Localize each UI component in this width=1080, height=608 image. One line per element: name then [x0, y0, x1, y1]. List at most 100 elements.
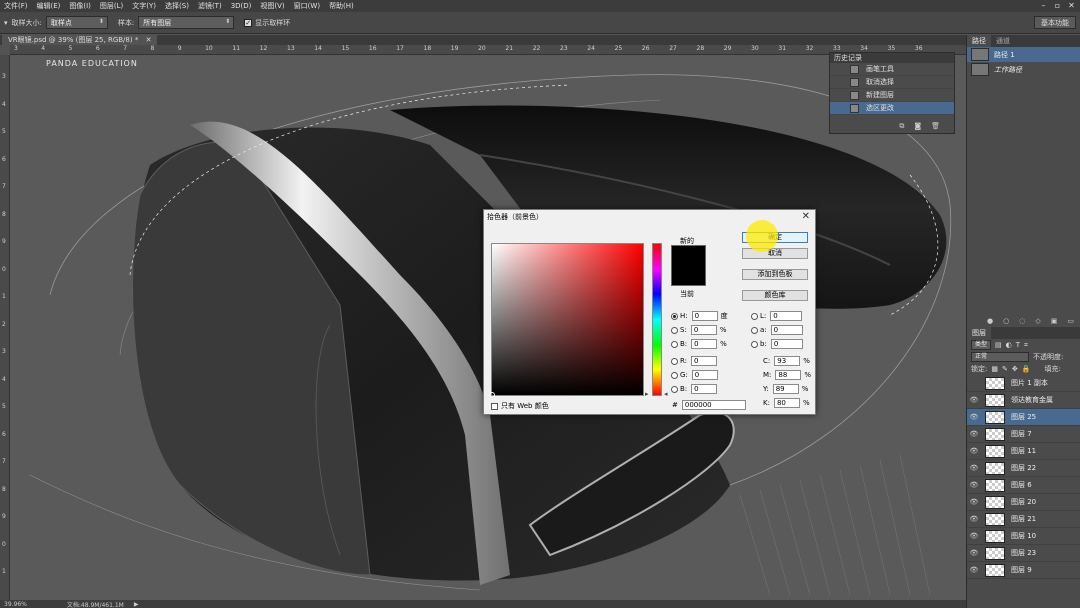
eye-icon[interactable]: 👁 — [967, 498, 981, 506]
show-ring-checkbox[interactable]: ✓ — [244, 18, 253, 27]
radio-s[interactable] — [671, 326, 678, 334]
trash-icon[interactable]: 🗑 — [931, 122, 940, 131]
radio-a[interactable] — [751, 326, 758, 334]
eye-icon[interactable]: 👁 — [967, 430, 981, 438]
menu-item-7[interactable]: 3D(D) — [231, 2, 252, 10]
filter-shape-icon[interactable]: ⌗ — [1024, 341, 1028, 350]
layer-kind-filter[interactable]: 类型 — [971, 340, 992, 350]
history-item[interactable]: 新建图层 — [830, 89, 954, 102]
input-brightness[interactable]: 0 — [691, 339, 718, 349]
fill-path-icon[interactable]: ● — [987, 317, 993, 325]
lock-move-icon[interactable]: ✥ — [1012, 365, 1018, 373]
mask-icon[interactable]: ▣ — [1051, 317, 1058, 325]
lock-all-icon[interactable]: 🔒 — [1022, 365, 1031, 373]
lock-brush-icon[interactable]: ✎ — [1002, 365, 1008, 373]
radio-brightness[interactable] — [671, 340, 678, 348]
radio-l[interactable] — [751, 312, 758, 320]
eye-icon[interactable]: 👁 — [967, 413, 981, 421]
input-c[interactable]: 93 — [774, 356, 801, 366]
restore-icon[interactable]: ▫ — [1053, 1, 1062, 10]
camera-icon[interactable]: ◙ — [914, 122, 921, 131]
radio-g[interactable] — [671, 371, 678, 379]
minimize-icon[interactable]: – — [1039, 1, 1048, 10]
input-g[interactable]: 0 — [691, 370, 718, 380]
new-document-from-state-icon[interactable]: ⧉ — [899, 122, 904, 131]
stroke-path-icon[interactable]: ○ — [1003, 317, 1009, 325]
filter-adjust-icon[interactable]: ◐ — [1006, 341, 1012, 349]
input-m[interactable]: 88 — [775, 370, 802, 380]
load-selection-icon[interactable]: ◌ — [1019, 317, 1025, 325]
radio-blue[interactable] — [671, 385, 678, 393]
input-l[interactable]: 0 — [770, 311, 803, 321]
hex-input[interactable]: 000000 — [681, 400, 746, 410]
filter-type-icon[interactable]: T — [1016, 341, 1020, 349]
radio-r[interactable] — [671, 357, 678, 365]
layer-row[interactable]: 👁 图层 22 — [967, 460, 1080, 477]
path-item[interactable]: 工作路径 — [967, 62, 1080, 77]
menu-item-9[interactable]: 窗口(W) — [294, 1, 320, 11]
eye-icon[interactable]: 👁 — [967, 566, 981, 574]
layer-row[interactable]: 👁 图层 6 — [967, 477, 1080, 494]
new-path-icon[interactable]: ▭ — [1067, 317, 1074, 325]
eyedropper-tool-icon[interactable]: ▾ — [4, 19, 8, 27]
input-k[interactable]: 80 — [773, 398, 800, 408]
close-icon[interactable]: ✕ — [1067, 1, 1076, 10]
layer-row[interactable]: 图片 1 副本 — [967, 375, 1080, 392]
menu-item-10[interactable]: 帮助(H) — [329, 1, 354, 11]
layer-row[interactable]: 👁 图层 25 — [967, 409, 1080, 426]
input-y[interactable]: 89 — [772, 384, 799, 394]
menu-item-4[interactable]: 文字(Y) — [132, 1, 156, 11]
color-field[interactable] — [489, 243, 644, 398]
menu-item-1[interactable]: 编辑(E) — [37, 1, 61, 11]
hue-slider[interactable] — [652, 243, 662, 396]
sample-size-select[interactable]: 取样点 — [45, 16, 108, 29]
layer-row[interactable]: 👁 图层 20 — [967, 494, 1080, 511]
layer-row[interactable]: 👁 图层 10 — [967, 528, 1080, 545]
input-s[interactable]: 0 — [690, 325, 717, 335]
layer-row[interactable]: 👁 领达教育金属 — [967, 392, 1080, 409]
path-item[interactable]: 路径 1 — [967, 47, 1080, 62]
workspace-button[interactable]: 基本功能 — [1034, 16, 1076, 29]
close-icon[interactable]: ✕ — [802, 211, 810, 222]
hue-slider-right-arrow-icon[interactable]: ◂ — [664, 390, 668, 398]
tab-channels[interactable]: 通道 — [991, 35, 1015, 47]
tab-layers[interactable]: 图层 — [967, 327, 991, 339]
eye-icon[interactable]: 👁 — [967, 515, 981, 523]
web-colors-only[interactable]: 只有 Web 颜色 — [491, 401, 549, 411]
history-item[interactable]: 选区更改 — [830, 102, 954, 115]
layer-row[interactable]: 👁 图层 21 — [967, 511, 1080, 528]
eye-icon[interactable]: 👁 — [967, 464, 981, 472]
eye-icon[interactable]: 👁 — [967, 532, 981, 540]
input-blue[interactable]: 0 — [691, 384, 718, 394]
layer-row[interactable]: 👁 图层 7 — [967, 426, 1080, 443]
filter-image-icon[interactable]: ▤ — [995, 341, 1002, 349]
web-colors-checkbox[interactable] — [491, 402, 498, 410]
eye-icon[interactable]: 👁 — [967, 549, 981, 557]
sample-select[interactable]: 所有图层 — [138, 16, 235, 29]
layer-row[interactable]: 👁 图层 11 — [967, 443, 1080, 460]
eye-icon[interactable]: 👁 — [967, 447, 981, 455]
eye-icon[interactable]: 👁 — [967, 481, 981, 489]
input-h[interactable]: 0 — [691, 311, 718, 321]
make-path-icon[interactable]: ◇ — [1035, 317, 1040, 325]
menu-item-6[interactable]: 滤镜(T) — [198, 1, 222, 11]
menu-item-0[interactable]: 文件(F) — [4, 1, 28, 11]
document-tab[interactable]: VR眼镜.psd @ 39% (图层 25, RGB/8) * ✕ — [2, 35, 158, 45]
add-to-swatches-button[interactable]: 添加到色板 — [742, 269, 808, 280]
layer-row[interactable]: 👁 图层 23 — [967, 545, 1080, 562]
eye-icon[interactable]: 👁 — [967, 396, 981, 404]
radio-lab-b[interactable] — [751, 340, 758, 348]
menu-item-2[interactable]: 图像(I) — [69, 1, 91, 11]
history-item[interactable]: 画笔工具 — [830, 63, 954, 76]
hue-slider-left-arrow-icon[interactable]: ▸ — [645, 390, 649, 398]
cancel-button[interactable]: 取消 — [742, 248, 808, 259]
menu-item-3[interactable]: 图层(L) — [100, 1, 123, 11]
layer-row[interactable]: 👁 图层 9 — [967, 562, 1080, 579]
close-tab-icon[interactable]: ✕ — [146, 36, 152, 44]
input-a[interactable]: 0 — [770, 325, 803, 335]
color-field-cursor[interactable] — [489, 392, 495, 398]
radio-h[interactable] — [671, 312, 678, 320]
history-item[interactable]: 取消选择 — [830, 76, 954, 89]
zoom-level[interactable]: 39.96% — [4, 601, 27, 608]
tab-paths[interactable]: 路径 — [967, 35, 991, 47]
